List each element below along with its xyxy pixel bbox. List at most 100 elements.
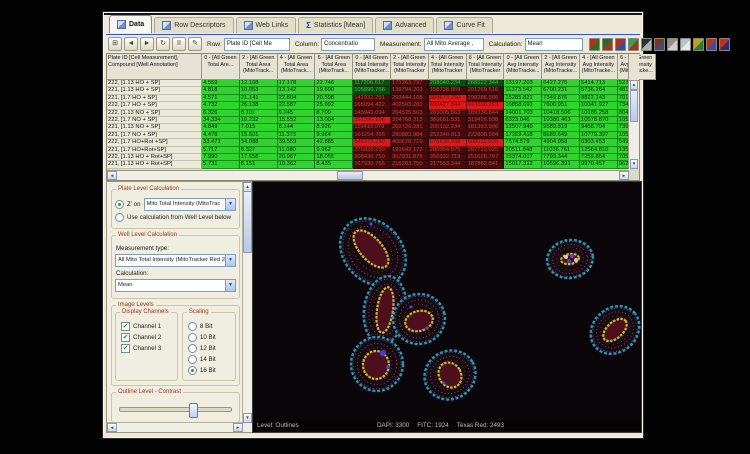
- table-cell[interactable]: 16.232: [239, 116, 278, 125]
- table-cell[interactable]: 34.088: [239, 139, 278, 147]
- scaling-radio[interactable]: [187, 344, 197, 353]
- table-cell[interactable]: 414838.969: [466, 102, 505, 110]
- table-cell[interactable]: 6427.275: [542, 80, 580, 88]
- table-cell[interactable]: 9458.794: [579, 124, 618, 132]
- table-cell[interactable]: 11036.761: [542, 146, 580, 154]
- table-cell[interactable]: 21.141: [239, 94, 278, 103]
- table-cell[interactable]: 6700.231: [542, 87, 580, 95]
- table-cell[interactable]: 6303.453: [579, 139, 618, 147]
- table-cell[interactable]: 191642.172: [390, 146, 429, 154]
- row-label[interactable]: 221, [1.13 NO + SP]: [107, 124, 202, 132]
- table-cell[interactable]: 181393.906: [466, 124, 505, 132]
- use-well-calc-radio[interactable]: [115, 213, 124, 222]
- table-column-header[interactable]: 4 - [All Green Total Area (MitoTrack...: [277, 54, 316, 80]
- plate-dark-icon[interactable]: [640, 37, 652, 51]
- table-cell[interactable]: 15374.017: [504, 153, 543, 162]
- tab-data[interactable]: Data: [109, 15, 153, 33]
- well-yellow-green-icon[interactable]: [692, 37, 704, 51]
- settings-horizontal-scrollbar[interactable]: ◄ ►: [107, 422, 243, 432]
- scaling-radio[interactable]: [187, 355, 197, 364]
- table-cell[interactable]: 354768.313: [390, 116, 429, 125]
- table-cell[interactable]: 189336.844: [466, 109, 505, 117]
- table-column-header[interactable]: 0 - [All Green Total Are...: [202, 54, 240, 80]
- row-label[interactable]: 221, [1.7 HO + SP]: [107, 94, 202, 103]
- table-cell[interactable]: 20511.848: [504, 146, 543, 154]
- row-label[interactable]: 221, [1.13 HO + Rot+SP]: [107, 161, 202, 169]
- table-cell[interactable]: 26.138: [239, 102, 278, 110]
- zprime-radio[interactable]: [115, 200, 124, 209]
- refresh-icon[interactable]: ↻: [156, 37, 170, 51]
- table-column-header[interactable]: 0 - [All Green Total Intensity (MitoTrac…: [353, 54, 391, 80]
- row-label[interactable]: 222, [1.7 HO + SP]: [107, 102, 202, 110]
- vertical-scroll-thumb[interactable]: [630, 90, 638, 122]
- table-cell[interactable]: 6323.046: [504, 116, 543, 125]
- settings-vertical-scrollbar[interactable]: ▲ ▼: [242, 182, 252, 423]
- row-label[interactable]: 222, [1.13 HO + Rot+SP]: [107, 153, 202, 162]
- table-cell[interactable]: 208040.234: [428, 80, 467, 88]
- table-cell[interactable]: 10185.258: [579, 109, 618, 117]
- table-cell[interactable]: 10578.870: [579, 116, 618, 125]
- table-cell[interactable]: 9.962: [315, 146, 354, 154]
- table-cell[interactable]: 7349.876: [542, 94, 580, 103]
- table-column-header[interactable]: 6 - [All Green Total Intensity (MitoTrac…: [466, 54, 505, 80]
- row-label[interactable]: 222, [1.7 HO+Rot +SP]: [107, 139, 202, 147]
- table-cell[interactable]: 18.055: [315, 153, 354, 162]
- table-cell[interactable]: 34.334: [202, 116, 240, 125]
- table-cell[interactable]: 17.178: [277, 80, 316, 88]
- table-cell[interactable]: 268522.344: [466, 80, 505, 88]
- table-column-header[interactable]: 0 - [All Green Avg Intensity (MitoTracke…: [504, 54, 543, 80]
- table-cell[interactable]: 15.601: [239, 131, 278, 140]
- table-cell[interactable]: 283005.563: [428, 109, 467, 117]
- table-cell[interactable]: 499427.844: [428, 102, 467, 110]
- table-cell[interactable]: 5.731: [202, 161, 240, 169]
- table-cell[interactable]: 200132.234: [428, 124, 467, 132]
- row-label[interactable]: 222, [1.13 HO + SP]: [107, 80, 202, 88]
- table-cell[interactable]: 171263.797: [390, 80, 429, 88]
- contrast-slider-thumb[interactable]: [188, 403, 198, 418]
- table-cell[interactable]: 8.101: [239, 109, 278, 117]
- table-cell[interactable]: 4904.958: [542, 139, 580, 147]
- table-vertical-scrollbar[interactable]: ▲ ▼: [628, 80, 639, 169]
- horizontal-scroll-thumb[interactable]: [337, 171, 363, 180]
- row-label[interactable]: 221, [1.7 HO+Rot+SP]: [107, 146, 202, 154]
- table-cell[interactable]: 117206.617: [353, 80, 391, 88]
- table-column-header[interactable]: 2 - [All Green Total Intensity (MitoTrac…: [390, 54, 429, 80]
- table-cell[interactable]: 7.990: [202, 153, 240, 162]
- table-cell[interactable]: 8.144: [277, 124, 316, 132]
- table-horizontal-scrollbar[interactable]: ◄ ►: [107, 170, 629, 180]
- tab-statistics-mean-[interactable]: Σ Statistics [Mean]: [298, 17, 374, 33]
- table-cell[interactable]: 39.559: [277, 139, 316, 147]
- table-cell[interactable]: 4.478: [202, 131, 240, 140]
- cell-image-view[interactable]: Level: Outlines DAPI: 3300 FITC: 1924 Te…: [252, 181, 642, 433]
- table-cell[interactable]: 8.926: [315, 124, 354, 132]
- table-cell[interactable]: 7259.854: [579, 153, 618, 162]
- table-cell[interactable]: 9970.457: [579, 161, 618, 169]
- tab-advanced[interactable]: Advanced: [375, 17, 435, 33]
- table-cell[interactable]: 13.004: [315, 116, 354, 125]
- table-cell[interactable]: 11.373: [277, 131, 316, 140]
- table-cell[interactable]: 187862.841: [466, 161, 505, 169]
- table-cell[interactable]: 285004.875: [428, 146, 467, 154]
- table-cell[interactable]: 608011.500: [466, 139, 505, 147]
- table-cell[interactable]: 12507.949: [504, 124, 543, 132]
- table-cell[interactable]: 8.435: [315, 161, 354, 169]
- table-cell[interactable]: 276828.250: [353, 146, 391, 154]
- plate-light-icon[interactable]: [679, 37, 691, 51]
- channel-checkbox[interactable]: ✔: [121, 333, 130, 342]
- table-cell[interactable]: 10418.506: [542, 109, 580, 117]
- table-cell[interactable]: 22.804: [277, 94, 316, 103]
- table-cell[interactable]: 139794.203: [390, 87, 429, 95]
- tab-row-descriptors[interactable]: Row Descriptors: [154, 17, 234, 33]
- table-cell[interactable]: 293444.108: [390, 94, 429, 103]
- scroll-left-icon[interactable]: ◄: [107, 171, 117, 180]
- table-cell[interactable]: 400678.719: [390, 139, 429, 147]
- table-cell[interactable]: 350332.719: [428, 153, 467, 162]
- scaling-radio[interactable]: [187, 322, 197, 331]
- table-cell[interactable]: 158738.859: [428, 87, 467, 95]
- scroll-right-icon[interactable]: ►: [233, 423, 243, 432]
- table-cell[interactable]: 10.053: [239, 87, 278, 95]
- heatmap-green-red-icon[interactable]: [601, 37, 613, 51]
- table-cell[interactable]: 4.849: [202, 124, 240, 132]
- table-cell[interactable]: 287723.625: [466, 146, 505, 154]
- table-cell[interactable]: 7600.951: [542, 102, 580, 110]
